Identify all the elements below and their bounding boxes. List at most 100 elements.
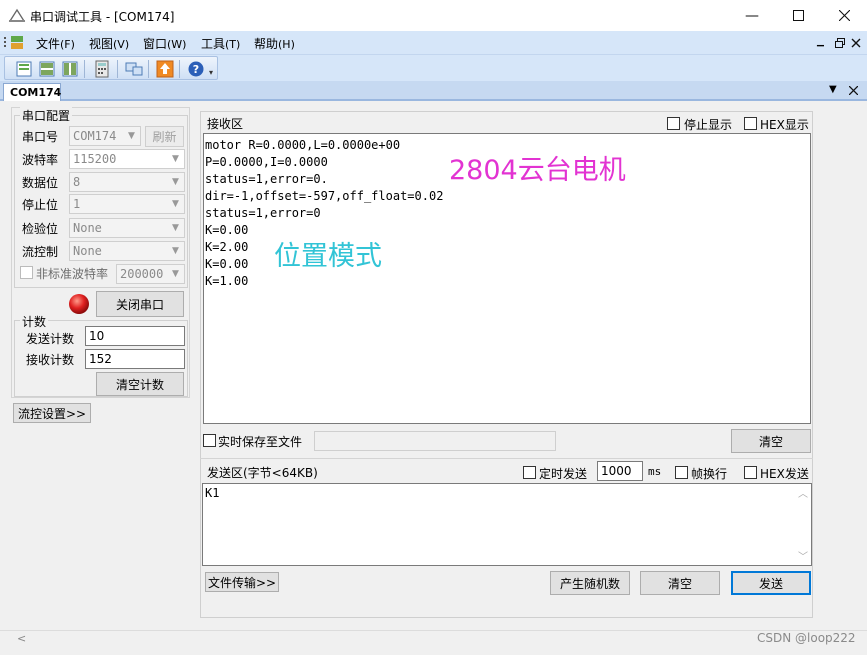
upload-icon[interactable] xyxy=(155,60,175,78)
close-port-button[interactable]: 关闭串口 xyxy=(96,291,184,317)
interval-unit: ms xyxy=(648,465,662,478)
scroll-down-icon[interactable]: ﹀ xyxy=(798,548,808,563)
app-icon xyxy=(8,8,26,22)
timed-send-label: 定时发送 xyxy=(539,467,588,481)
frame-newline-checkbox[interactable] xyxy=(675,466,688,479)
random-number-button[interactable]: 产生随机数 xyxy=(550,571,630,595)
split-vertical-icon[interactable] xyxy=(60,60,80,78)
toolbar-separator xyxy=(84,60,85,78)
recv-count-field[interactable]: 152 xyxy=(85,349,185,369)
file-transfer-button[interactable]: 文件传输>> xyxy=(205,572,279,592)
horizontal-scrollbar[interactable]: < xyxy=(0,630,867,648)
close-button[interactable] xyxy=(821,0,867,31)
maximize-button[interactable] xyxy=(775,0,821,31)
flow-settings-button[interactable]: 流控设置>> xyxy=(13,403,91,423)
stop-display-checkbox[interactable] xyxy=(667,117,680,130)
serial-config-title: 串口配置 xyxy=(20,107,73,124)
save-to-file-checkbox[interactable] xyxy=(203,434,216,447)
save-to-file-label: 实时保存至文件 xyxy=(218,435,303,449)
send-count-field[interactable]: 10 xyxy=(85,326,185,346)
title-bar: 串口调试工具 - [COM174] — xyxy=(0,0,867,31)
send-text: K1 xyxy=(205,486,220,500)
interval-field[interactable]: 1000 xyxy=(597,461,643,481)
flow-select[interactable]: None ▼ xyxy=(69,241,185,261)
toolbar-overflow-icon[interactable]: ▾ xyxy=(209,68,213,77)
port-status-led-icon xyxy=(69,294,89,314)
calculator-icon[interactable] xyxy=(92,60,112,78)
close-icon xyxy=(838,10,850,21)
toolbar-strip: ? ▾ xyxy=(4,56,218,80)
counter-title: 计数 xyxy=(20,313,49,330)
annotation-motor: 2804云台电机 xyxy=(449,155,626,186)
tab-com174[interactable]: COM174 xyxy=(3,83,61,101)
annotation-position-mode: 位置模式 xyxy=(274,241,382,272)
document-tab-bar: COM174 ▼ xyxy=(0,81,867,101)
split-horizontal-icon[interactable] xyxy=(37,60,57,78)
toolbar-separator xyxy=(148,60,149,78)
chevron-down-icon: ▼ xyxy=(172,199,179,209)
parity-label: 检验位 xyxy=(22,222,59,236)
chevron-down-icon: ▼ xyxy=(172,223,179,233)
minimize-icon: — xyxy=(745,7,759,24)
toolbar-separator xyxy=(179,60,180,78)
mdi-close-icon[interactable] xyxy=(851,38,861,48)
chevron-down-icon: ▼ xyxy=(172,177,179,187)
device-manager-icon[interactable] xyxy=(124,60,144,78)
port-label: 串口号 xyxy=(22,130,59,144)
stopbits-label: 停止位 xyxy=(22,198,59,212)
menu-bar: 文件(F) 视图(V) 窗口(W) 工具(T) 帮助(H) ▁ xyxy=(0,31,867,55)
mdi-restore-icon[interactable] xyxy=(835,38,845,48)
toolbar-separator xyxy=(117,60,118,78)
help-icon[interactable]: ? xyxy=(186,60,206,78)
hex-display-checkbox[interactable] xyxy=(744,117,757,130)
refresh-button[interactable]: 刷新 xyxy=(145,126,184,147)
menu-tools[interactable]: 工具(T) xyxy=(201,35,240,52)
mdi-app-icon xyxy=(4,36,23,49)
nonstd-baud-select[interactable]: 200000 ▼ xyxy=(116,264,185,284)
baud-select[interactable]: 115200 ▼ xyxy=(69,149,185,169)
stopbits-select[interactable]: 1 ▼ xyxy=(69,194,185,214)
send-textarea[interactable]: K1 ︿ ﹀ xyxy=(202,483,812,566)
maximize-icon xyxy=(792,10,804,21)
chevron-down-icon: ▼ xyxy=(172,269,179,279)
baud-label: 波特率 xyxy=(22,153,59,167)
window-title: 串口调试工具 - [COM174] xyxy=(30,10,175,24)
new-session-icon[interactable] xyxy=(14,60,34,78)
receive-area-title: 接收区 xyxy=(207,117,244,131)
svg-text:?: ? xyxy=(193,63,199,76)
tab-close-icon[interactable] xyxy=(849,86,858,95)
tab-list-dropdown-icon[interactable]: ▼ xyxy=(829,84,837,95)
send-button[interactable]: 发送 xyxy=(731,571,811,595)
databits-label: 数据位 xyxy=(22,176,59,190)
scroll-up-icon[interactable]: ︿ xyxy=(798,485,808,500)
flow-label: 流控制 xyxy=(22,245,59,259)
nonstd-baud-label: 非标准波特率 xyxy=(36,267,109,281)
menu-file[interactable]: 文件(F) xyxy=(36,35,75,52)
receive-line: dir=-1,offset=-597,off_float=0.02 xyxy=(205,189,444,203)
nonstd-baud-checkbox[interactable] xyxy=(20,266,33,279)
chevron-down-icon: ▼ xyxy=(128,131,135,141)
menu-view[interactable]: 视图(V) xyxy=(89,35,129,52)
port-select[interactable]: COM174 ▼ xyxy=(69,126,141,146)
parity-select[interactable]: None ▼ xyxy=(69,218,185,238)
send-area-title: 发送区(字节<64KB) xyxy=(207,466,318,480)
clear-receive-button[interactable]: 清空 xyxy=(731,429,811,453)
mdi-minimize-icon[interactable]: ▁ xyxy=(817,37,824,47)
chevron-down-icon: ▼ xyxy=(172,246,179,256)
timed-send-checkbox[interactable] xyxy=(523,466,536,479)
recv-count-label: 接收计数 xyxy=(26,353,75,367)
receive-line: status=1,error=0 xyxy=(205,206,321,220)
menu-window[interactable]: 窗口(W) xyxy=(143,35,186,52)
hex-send-label: HEX发送 xyxy=(760,467,809,481)
clear-send-button[interactable]: 清空 xyxy=(640,571,720,595)
hex-send-checkbox[interactable] xyxy=(744,466,757,479)
menu-help[interactable]: 帮助(H) xyxy=(254,35,295,52)
send-scrollbar[interactable]: ︿ ﹀ xyxy=(794,484,811,565)
scroll-left-icon[interactable]: < xyxy=(17,632,26,645)
databits-select[interactable]: 8 ▼ xyxy=(69,172,185,192)
minimize-button[interactable]: — xyxy=(729,0,775,31)
clear-count-button[interactable]: 清空计数 xyxy=(96,372,184,396)
watermark: CSDN @loop222 xyxy=(757,631,856,645)
save-file-path-field[interactable] xyxy=(314,431,556,451)
receive-line: K=1.00 xyxy=(205,274,249,288)
